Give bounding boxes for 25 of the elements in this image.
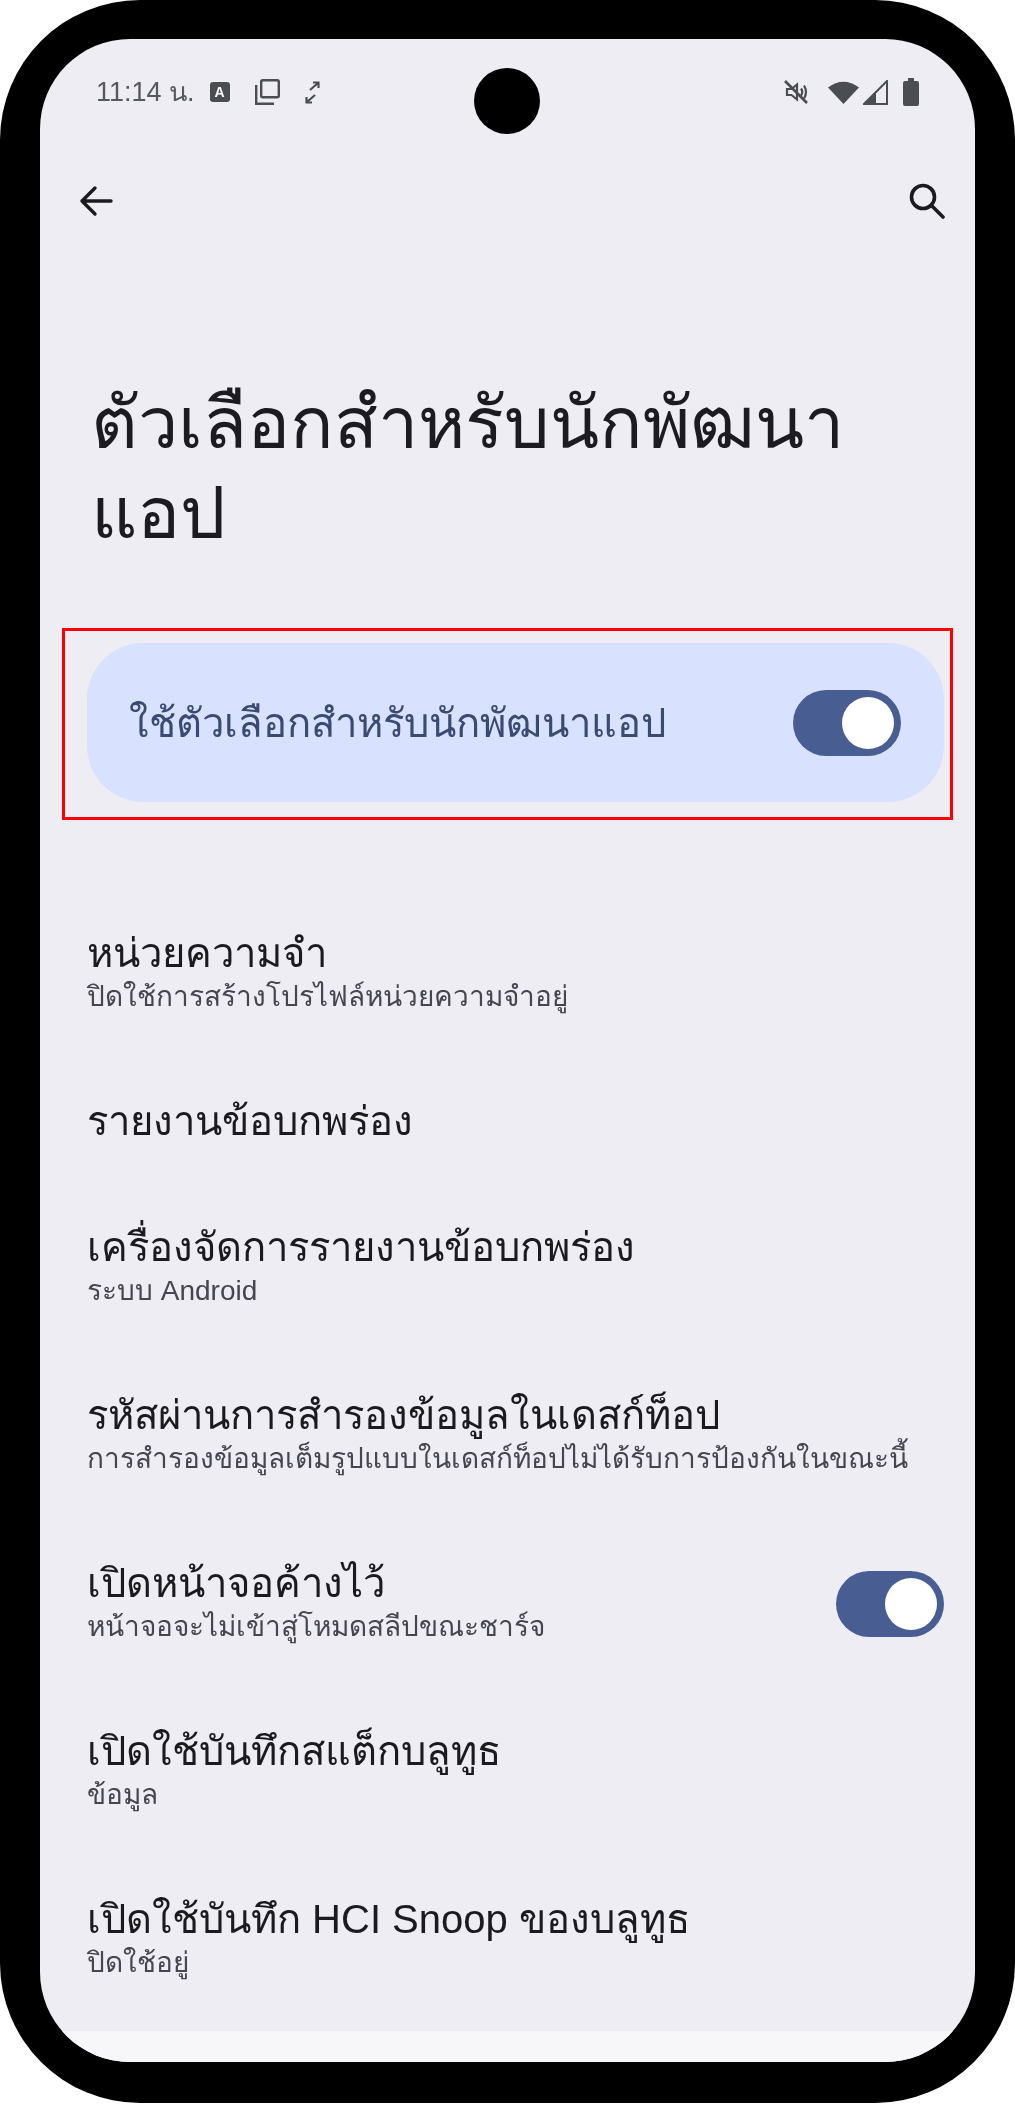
setting-title[interactable]: เปิดหน้าจอค้างไว้	[87, 1560, 385, 1606]
setting-title[interactable]: เปิดใช้บันทึก HCI Snoop ของบลูทูธ	[87, 1896, 690, 1942]
stacked-squares-icon	[252, 79, 280, 105]
speaker-muted-icon	[783, 79, 809, 105]
signal-icon	[863, 79, 888, 105]
setting-summary: ข้อมูล	[87, 1778, 158, 1814]
diagonal-arrows-icon	[304, 80, 320, 104]
back-arrow-icon[interactable]	[79, 185, 113, 217]
setting-summary: การสำรองข้อมูลเต็มรูปแบบในเดสก์ท็อปไม่ได้รับการป้องกันในขณะนี้	[87, 1438, 908, 1480]
search-icon[interactable]	[909, 183, 945, 219]
page-title: ตัวเลือกสำหรับนักพัฒนาแอป	[91, 382, 845, 555]
a-letter-icon: A	[209, 82, 230, 102]
wifi-icon	[828, 80, 859, 104]
setting-title[interactable]: รหัสผ่านการสำรองข้อมูลในเดสก์ท็อป	[87, 1392, 720, 1438]
battery-icon	[903, 78, 919, 106]
switch-label: ใช้ตัวเลือกสำหรับนักพัฒนาแอป	[129, 699, 666, 747]
setting-title[interactable]: เปิดใช้บันทึกสแต็กบลูทูธ	[87, 1728, 501, 1774]
status-time: 11:14 น.	[96, 78, 195, 106]
setting-summary: หน้าจอจะไม่เข้าสู่โหมดสลีปขณะชาร์จ	[87, 1610, 545, 1646]
setting-summary: ปิดใช้อยู่	[87, 1946, 189, 1982]
setting-title[interactable]: หน่วยความจำ	[87, 930, 327, 976]
switch-card[interactable]: ใช้ตัวเลือกสำหรับนักพัฒนาแอป	[87, 643, 944, 802]
setting-summary: ระบบ Android	[87, 1274, 258, 1308]
setting-summary: ปิดใช้การสร้างโปรไฟล์หน่วยความจำอยู่	[87, 980, 568, 1016]
setting-title[interactable]: รายงานข้อบกพร่อง	[87, 1098, 413, 1144]
